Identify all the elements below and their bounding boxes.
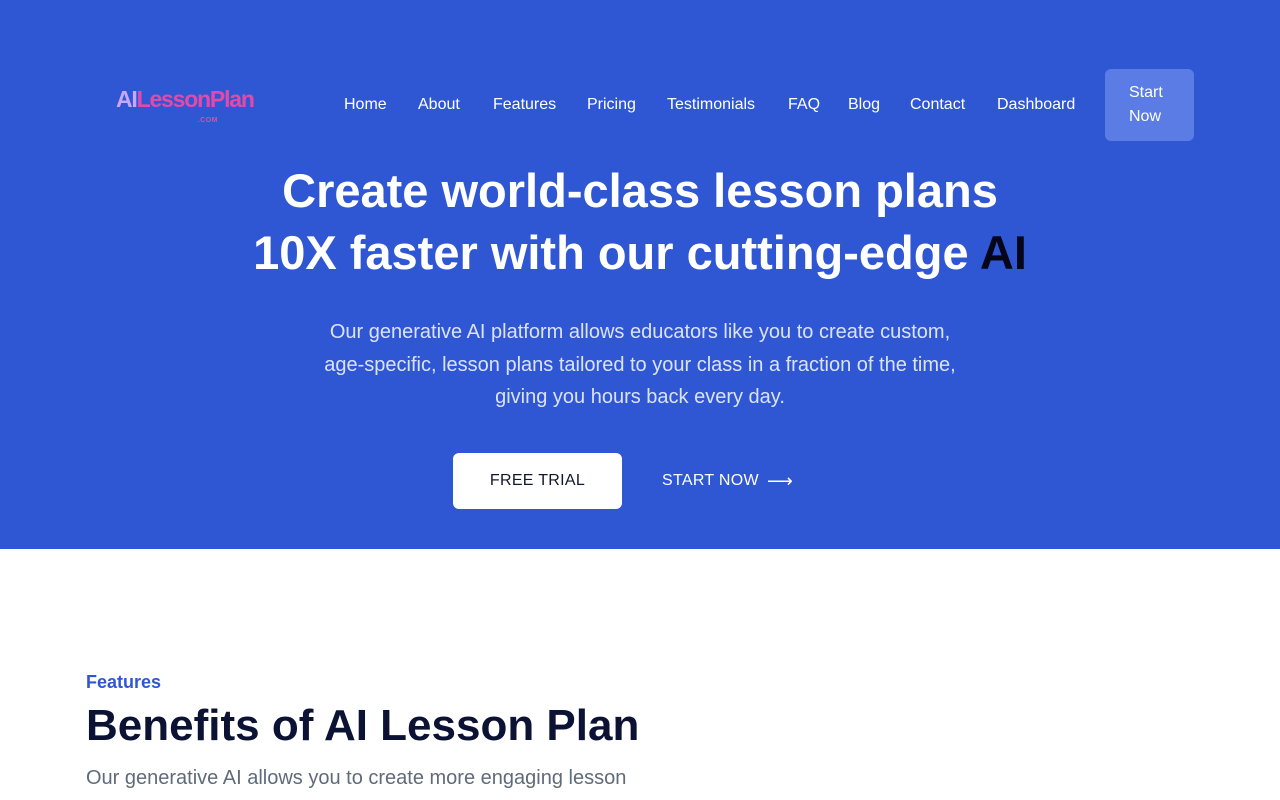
logo-domain-suffix: .COM	[197, 117, 218, 124]
start-now-label: START NOW	[662, 472, 759, 489]
logo-wordmark: AILessonPlan	[116, 86, 255, 112]
arrow-right-icon: ⟶	[766, 471, 794, 491]
nav-item-about[interactable]: About	[418, 94, 460, 116]
hero-headline-line1: Create world-class lesson plans	[282, 164, 998, 217]
header-start-now-button[interactable]: Start Now	[1105, 69, 1194, 141]
start-now-link[interactable]: START NOW ⟶	[662, 470, 793, 492]
hero-section: AILessonPlan .COM Home About Features Pr…	[0, 0, 1280, 549]
nav-item-faq[interactable]: FAQ	[788, 94, 820, 116]
hero-subheadline: Our generative AI platform allows educat…	[324, 321, 956, 408]
free-trial-button[interactable]: FREE TRIAL	[453, 453, 622, 509]
nav-item-testimonials[interactable]: Testimonials	[667, 94, 755, 116]
nav-item-home[interactable]: Home	[344, 94, 387, 116]
hero-headline-accent: AI	[979, 226, 1027, 279]
hero-headline: Create world-class lesson plans 10X fast…	[0, 160, 1280, 284]
site-logo[interactable]: AILessonPlan .COM	[116, 86, 255, 132]
nav-item-contact[interactable]: Contact	[910, 94, 965, 116]
hero-headline-line2: 10X faster with our cutting-edge	[253, 226, 980, 279]
features-title: Benefits of AI Lesson Plan	[86, 701, 640, 750]
features-section: Features Benefits of AI Lesson Plan Our …	[0, 549, 1280, 800]
nav-item-pricing[interactable]: Pricing	[587, 94, 636, 116]
features-description: Our generative AI allows you to create m…	[86, 767, 627, 789]
nav-item-blog[interactable]: Blog	[848, 94, 880, 116]
features-eyebrow: Features	[86, 672, 162, 692]
nav-item-features[interactable]: Features	[493, 94, 556, 116]
nav-item-dashboard[interactable]: Dashboard	[997, 94, 1075, 116]
